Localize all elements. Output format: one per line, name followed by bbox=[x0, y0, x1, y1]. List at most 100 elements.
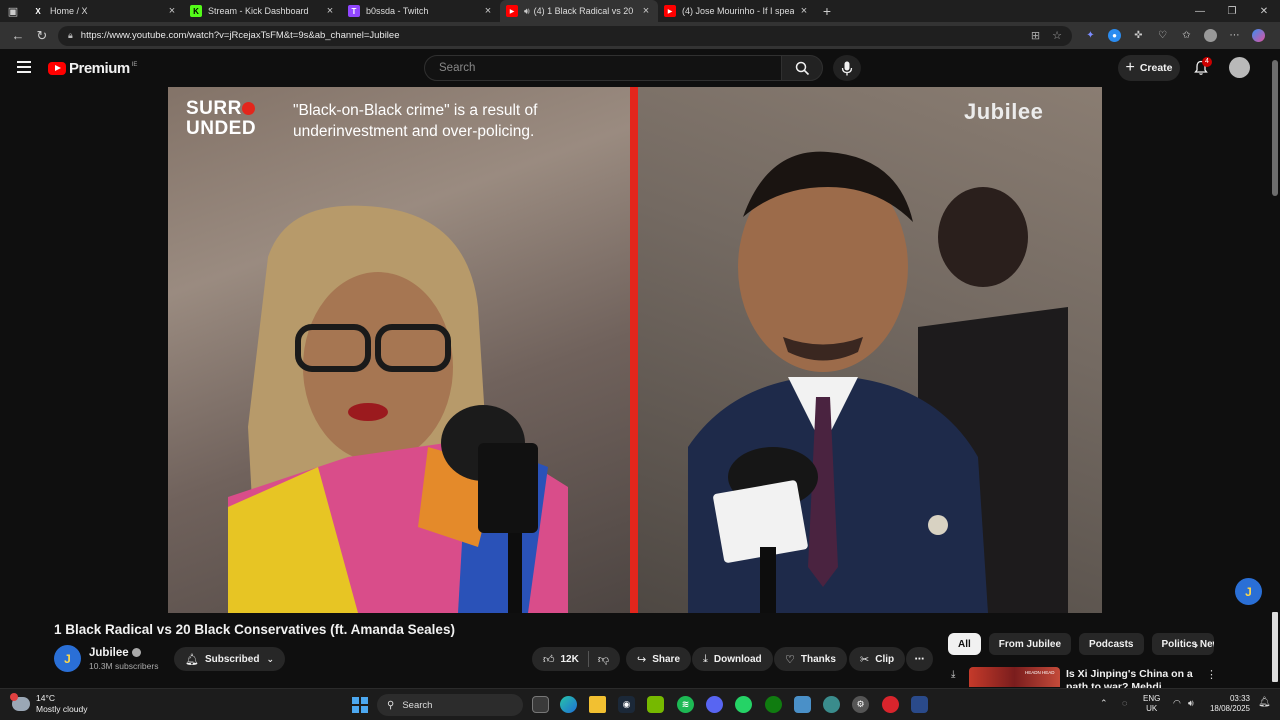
app-icon[interactable] bbox=[911, 696, 928, 713]
volume-icon[interactable]: 🔊︎ bbox=[1188, 698, 1194, 709]
voice-search-button[interactable] bbox=[833, 55, 861, 81]
tab-twitch[interactable]: T b0ssda - Twitch × bbox=[342, 0, 500, 22]
tab-kick-dashboard[interactable]: K Stream - Kick Dashboard × bbox=[184, 0, 342, 22]
clip-button[interactable]: ✂ Clip bbox=[849, 647, 906, 671]
settings-gear-icon[interactable]: ⚙ bbox=[852, 696, 869, 713]
recommended-video-thumbnail[interactable]: HEADN HEAD bbox=[969, 667, 1060, 687]
tray-app-icon[interactable]: ◌ bbox=[1122, 698, 1127, 708]
address-bar[interactable]: 🔒︎ https://www.youtube.com/watch?v=jRcej… bbox=[58, 25, 1072, 46]
search-input[interactable]: Search bbox=[424, 55, 782, 81]
download-icon: ⤓ bbox=[703, 652, 708, 665]
extension-icon[interactable]: ● bbox=[1108, 29, 1121, 42]
profile-avatar-icon[interactable] bbox=[1204, 29, 1217, 42]
file-explorer-icon[interactable] bbox=[589, 696, 606, 713]
performance-icon[interactable]: ♡ bbox=[1156, 29, 1169, 42]
search-button[interactable] bbox=[781, 55, 823, 81]
app-icon[interactable] bbox=[882, 696, 899, 713]
language-indicator[interactable]: ENG UK bbox=[1143, 694, 1160, 714]
tab-title: (4) Jose Mourinho - If I speak I'm bbox=[682, 6, 794, 16]
youtube-premium-logo[interactable]: Premium IE bbox=[48, 60, 137, 77]
tab-title: Home / X bbox=[50, 6, 88, 16]
thumbs-down-icon[interactable]: 👎︎ bbox=[598, 653, 609, 666]
microphone-right-illustration bbox=[713, 447, 818, 613]
account-avatar[interactable] bbox=[1229, 57, 1250, 78]
minimize-icon[interactable]: — bbox=[1184, 6, 1216, 17]
page-scrollbar[interactable] bbox=[1270, 60, 1280, 700]
create-button[interactable]: + Create bbox=[1118, 55, 1180, 81]
channel-watermark-icon[interactable]: J bbox=[1235, 578, 1262, 605]
channel-avatar[interactable]: J bbox=[54, 645, 81, 672]
favorites-icon[interactable]: ✩ bbox=[1180, 29, 1193, 42]
steam-icon[interactable]: ◉ bbox=[618, 696, 635, 713]
notification-bell-icon[interactable]: 🔔︎ bbox=[1258, 697, 1271, 708]
channel-name[interactable]: Jubilee bbox=[89, 647, 141, 659]
chip-podcasts[interactable]: Podcasts bbox=[1079, 633, 1144, 655]
restore-icon[interactable]: ❐ bbox=[1216, 6, 1248, 17]
chip-from-jubilee[interactable]: From Jubilee bbox=[988, 633, 1072, 655]
discord-icon[interactable] bbox=[706, 696, 723, 713]
close-tab-icon[interactable]: × bbox=[166, 5, 178, 17]
notifications-button[interactable]: 4 bbox=[1193, 57, 1212, 76]
settings-more-icon[interactable]: ⋯ bbox=[1228, 29, 1241, 42]
chip-all[interactable]: All bbox=[948, 633, 981, 655]
reload-icon[interactable]: ↻ bbox=[30, 28, 54, 44]
download-button[interactable]: ⤓ Download bbox=[692, 647, 773, 671]
weather-widget[interactable]: 14°C Mostly cloudy bbox=[10, 693, 88, 715]
close-tab-icon[interactable]: × bbox=[640, 5, 652, 17]
system-clock[interactable]: 03:33 18/08/2025 bbox=[1208, 694, 1250, 714]
task-view-icon[interactable] bbox=[532, 696, 549, 713]
search-icon bbox=[795, 61, 809, 75]
subscribed-button[interactable]: 🔔︎ Subscribed ⌄ bbox=[174, 647, 285, 671]
xbox-icon[interactable] bbox=[765, 696, 782, 713]
spotify-icon[interactable]: ≋ bbox=[677, 696, 694, 713]
like-count[interactable]: 12K bbox=[561, 654, 579, 665]
like-dislike-group: 👍︎ 12K 👎︎ bbox=[532, 647, 621, 671]
chevron-up-icon[interactable]: ⌃ bbox=[1100, 698, 1108, 709]
extensions-puzzle-icon[interactable]: ✜ bbox=[1132, 29, 1145, 42]
chip-politics-news[interactable]: Politics News bbox=[1151, 633, 1214, 655]
address-bar-row: ← ↻ 🔒︎ https://www.youtube.com/watch?v=j… bbox=[0, 22, 1280, 49]
thumbs-up-icon[interactable]: 👍︎ bbox=[543, 653, 555, 666]
edge-browser-icon[interactable] bbox=[560, 696, 577, 713]
nvidia-icon[interactable] bbox=[647, 696, 664, 713]
extension-icon[interactable]: ✦ bbox=[1084, 29, 1097, 42]
more-actions-button[interactable]: ⋯ bbox=[906, 647, 933, 671]
taskbar-search[interactable]: ⚲ Search bbox=[377, 694, 523, 716]
app-icon[interactable] bbox=[823, 696, 840, 713]
more-dots-icon: ⋯ bbox=[914, 653, 925, 665]
menu-hamburger-icon[interactable] bbox=[17, 61, 31, 73]
wifi-icon[interactable]: ◠ bbox=[1173, 698, 1181, 709]
favorite-star-icon[interactable]: ☆ bbox=[1052, 29, 1062, 42]
video-player[interactable]: SURR UNDED "Black-on-Black crime" is a r… bbox=[168, 87, 1102, 613]
share-button[interactable]: ↪ Share bbox=[626, 647, 692, 671]
tab-actions-icon[interactable]: ▣ bbox=[0, 0, 26, 22]
close-tab-icon[interactable]: × bbox=[482, 5, 494, 17]
verified-icon bbox=[131, 648, 141, 658]
recommended-video-title[interactable]: Is Xi Jinping's China on a path to war? … bbox=[1066, 668, 1196, 688]
lock-icon[interactable]: 🔒︎ bbox=[68, 30, 73, 41]
back-icon[interactable]: ← bbox=[6, 28, 30, 43]
chevron-right-icon[interactable]: › bbox=[1194, 637, 1198, 652]
close-tab-icon[interactable]: × bbox=[324, 5, 336, 17]
video-title: 1 Black Radical vs 20 Black Conservative… bbox=[54, 622, 455, 637]
speaker-icon[interactable]: 🔊︎ bbox=[524, 6, 530, 17]
tab-home-x[interactable]: X Home / X × bbox=[26, 0, 184, 22]
tab-youtube-active[interactable]: ▶ 🔊︎ (4) 1 Black Radical vs 20 Blac × bbox=[500, 0, 658, 22]
windows-start-icon[interactable] bbox=[352, 697, 368, 713]
whatsapp-icon[interactable] bbox=[735, 696, 752, 713]
photos-icon[interactable] bbox=[794, 696, 811, 713]
thanks-button[interactable]: ♡ Thanks bbox=[774, 647, 847, 671]
close-tab-icon[interactable]: × bbox=[798, 5, 810, 17]
close-window-icon[interactable]: ✕ bbox=[1248, 6, 1280, 17]
search-icon: ⚲ bbox=[387, 699, 395, 711]
share-arrow-icon: ↪ bbox=[637, 653, 647, 666]
kebab-menu-icon[interactable]: ⋮ bbox=[1206, 668, 1217, 681]
tab-youtube-mourinho[interactable]: ▶ (4) Jose Mourinho - If I speak I'm × bbox=[658, 0, 816, 22]
weather-condition: Mostly cloudy bbox=[36, 704, 88, 714]
new-tab-button[interactable]: + bbox=[816, 3, 838, 19]
create-label: Create bbox=[1139, 62, 1173, 74]
copilot-icon[interactable] bbox=[1252, 29, 1265, 42]
scrollbar-thumb[interactable] bbox=[1272, 60, 1278, 196]
logo-text: Premium bbox=[69, 60, 130, 77]
app-available-icon[interactable]: ⊞ bbox=[1031, 29, 1040, 42]
